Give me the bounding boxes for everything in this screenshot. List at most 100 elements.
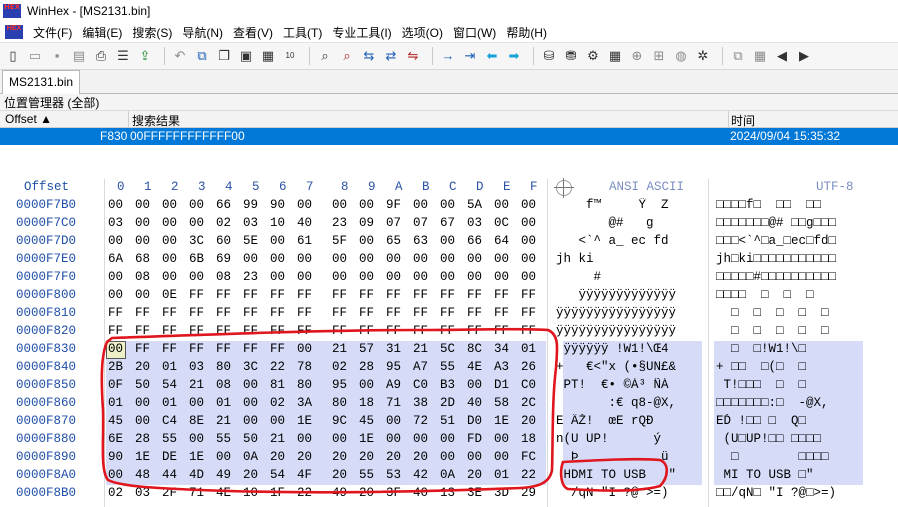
hex-byte[interactable]: 20 bbox=[359, 486, 374, 500]
hex-byte[interactable]: 00 bbox=[494, 252, 509, 266]
hex-byte[interactable]: 3C bbox=[189, 234, 204, 248]
hex-byte[interactable]: 00 bbox=[494, 450, 509, 464]
hex-row-utf8[interactable]: (U□UP!□□ □□□□ bbox=[716, 432, 892, 446]
hex-byte[interactable]: 1F bbox=[270, 486, 285, 500]
hex-byte[interactable]: 26 bbox=[521, 360, 536, 374]
menu-logo-icon[interactable]: HEX bbox=[5, 25, 23, 39]
open-disk-icon[interactable]: ⛁ bbox=[540, 47, 558, 65]
hex-row-utf8[interactable]: □ □□□□ bbox=[716, 450, 892, 464]
hex-byte[interactable]: FF bbox=[270, 306, 285, 320]
hex-byte[interactable]: 4D bbox=[189, 468, 204, 482]
hex-row[interactable]: 0000F850 0F 50 54 21 08 00 81 80 95 00 A9 C0 B3 00 D1 C0… bbox=[0, 377, 898, 395]
hex-byte[interactable]: 00 bbox=[386, 270, 401, 284]
hex-byte[interactable]: FF bbox=[467, 324, 482, 338]
hex-byte[interactable]: 44 bbox=[162, 468, 177, 482]
hex-byte[interactable]: 65 bbox=[386, 234, 401, 248]
menu-view[interactable]: 查看(V) bbox=[229, 24, 279, 41]
hex-byte[interactable]: 00 bbox=[413, 432, 428, 446]
menu-tools[interactable]: 工具(T) bbox=[279, 24, 328, 41]
hex-byte[interactable]: 90 bbox=[108, 450, 123, 464]
menu-window[interactable]: 窗口(W) bbox=[449, 24, 502, 41]
hex-byte[interactable]: 00 bbox=[359, 252, 374, 266]
hex-byte[interactable]: 00 bbox=[413, 270, 428, 284]
hex-byte[interactable]: 72 bbox=[413, 414, 428, 428]
hex-byte[interactable]: 0A bbox=[243, 450, 258, 464]
hex-byte[interactable]: 5C bbox=[440, 342, 455, 356]
hex-byte[interactable]: 00 bbox=[162, 234, 177, 248]
hex-byte[interactable]: 5A bbox=[467, 198, 482, 212]
save-icon[interactable]: ▪ bbox=[48, 47, 66, 65]
hex-byte[interactable]: 61 bbox=[297, 234, 312, 248]
hex-byte[interactable]: FF bbox=[189, 342, 204, 356]
hex-byte[interactable]: FF bbox=[413, 306, 428, 320]
hex-byte[interactable]: 95 bbox=[332, 378, 347, 392]
hex-byte[interactable]: 00 bbox=[332, 432, 347, 446]
hex-byte[interactable]: 00 bbox=[467, 450, 482, 464]
hex-byte[interactable]: 64 bbox=[494, 234, 509, 248]
hex-byte[interactable]: 00 bbox=[332, 270, 347, 284]
hex-byte[interactable]: 4E bbox=[467, 360, 482, 374]
hex-byte[interactable]: 20 bbox=[467, 468, 482, 482]
hex-byte[interactable]: FF bbox=[467, 288, 482, 302]
copy-block-icon[interactable]: ❐ bbox=[215, 47, 233, 65]
hex-byte[interactable]: 20 bbox=[386, 450, 401, 464]
hex-byte[interactable]: 58 bbox=[494, 396, 509, 410]
hex-byte[interactable]: 40 bbox=[297, 216, 312, 230]
hex-row-utf8[interactable]: □□/qN□ "I ?@□>=) bbox=[716, 486, 892, 500]
hex-row-utf8[interactable]: □□□□□□□@# □□g□□□ bbox=[716, 216, 892, 230]
hex-byte[interactable]: FF bbox=[135, 324, 150, 338]
hex-byte[interactable]: 07 bbox=[413, 216, 428, 230]
hex-byte[interactable]: 01 bbox=[162, 360, 177, 374]
hex-byte[interactable]: 20 bbox=[297, 450, 312, 464]
hex-row[interactable]: 0000F7D0 00 00 00 3C 60 5E 00 61 5F 00 65 63 00 66 64 00… bbox=[0, 233, 898, 251]
find-text-icon[interactable]: ⌕ bbox=[316, 47, 334, 65]
hex-row-utf8[interactable]: □ □ □ □ □ bbox=[716, 324, 892, 338]
hex-byte[interactable]: A3 bbox=[494, 360, 509, 374]
properties-icon[interactable]: ☰ bbox=[114, 47, 132, 65]
hex-row[interactable]: 0000F840 2B 20 01 03 80 3C 22 78 02 28 95 A7 55 4E A3 26… bbox=[0, 359, 898, 377]
hex-byte[interactable]: FF bbox=[359, 288, 374, 302]
hex-byte[interactable]: 50 bbox=[135, 378, 150, 392]
hex-byte[interactable]: 01 bbox=[494, 468, 509, 482]
hex-byte[interactable]: C4 bbox=[162, 414, 177, 428]
hex-byte[interactable]: 00 bbox=[135, 198, 150, 212]
export-icon[interactable]: ⇪ bbox=[136, 47, 154, 65]
hex-byte[interactable]: FF bbox=[440, 324, 455, 338]
hex-row-ansi[interactable]: E ÄŽ! œE rQÐ bbox=[556, 414, 706, 428]
hex-byte[interactable]: 50 bbox=[243, 432, 258, 446]
hex-byte[interactable]: FF bbox=[189, 306, 204, 320]
hex-byte[interactable]: 00 bbox=[413, 198, 428, 212]
hex-byte[interactable]: FF bbox=[162, 324, 177, 338]
print-icon[interactable]: ⎙ bbox=[92, 47, 110, 65]
hex-byte[interactable]: 0E bbox=[162, 288, 177, 302]
hex-row-ansi[interactable]: ÿÿÿÿÿÿ !W1!\Œ4 bbox=[556, 342, 706, 356]
hex-byte[interactable]: 2C bbox=[521, 396, 536, 410]
hex-byte[interactable]: 80 bbox=[216, 360, 231, 374]
crosshair-icon[interactable] bbox=[554, 178, 574, 198]
hex-byte[interactable]: 00 bbox=[270, 414, 285, 428]
hex-row-ansi[interactable]: Þ ü bbox=[556, 450, 706, 464]
hex-byte[interactable]: 3D bbox=[494, 486, 509, 500]
menu-search[interactable]: 搜索(S) bbox=[128, 24, 178, 41]
hex-row[interactable]: 0000F800 00 00 0E FF FF FF FF FF FF FF FF FF FF FF FF FF… bbox=[0, 287, 898, 305]
hex-byte[interactable]: FF bbox=[440, 288, 455, 302]
hex-byte[interactable]: 99 bbox=[243, 198, 258, 212]
hex-byte[interactable]: 03 bbox=[108, 216, 123, 230]
settings-icon[interactable]: ✲ bbox=[694, 47, 712, 65]
hex-byte[interactable]: 81 bbox=[270, 378, 285, 392]
info-icon[interactable]: ▦ bbox=[751, 47, 769, 65]
hex-byte[interactable]: 20 bbox=[243, 468, 258, 482]
hex-byte[interactable]: 1E bbox=[359, 432, 374, 446]
hex-byte[interactable]: 00 bbox=[189, 216, 204, 230]
hex-byte[interactable]: 00 bbox=[243, 378, 258, 392]
goto-offset-icon[interactable]: → bbox=[439, 47, 457, 65]
hex-byte[interactable]: 00 bbox=[440, 450, 455, 464]
hex-byte[interactable]: FF bbox=[135, 306, 150, 320]
hex-byte[interactable]: 03 bbox=[243, 216, 258, 230]
hex-byte[interactable]: 45 bbox=[108, 414, 123, 428]
hex-byte[interactable]: 4F bbox=[297, 468, 312, 482]
hex-byte[interactable]: 00 bbox=[135, 414, 150, 428]
hex-byte[interactable]: 01 bbox=[162, 396, 177, 410]
hex-byte[interactable]: 23 bbox=[332, 216, 347, 230]
hex-byte[interactable]: FF bbox=[297, 306, 312, 320]
